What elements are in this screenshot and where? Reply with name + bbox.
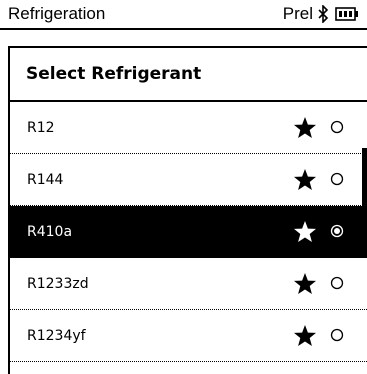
star-icon[interactable] (293, 220, 317, 243)
list-item[interactable]: R12 (10, 102, 367, 154)
battery-icon (335, 7, 358, 21)
radio-button[interactable] (330, 276, 344, 290)
status-bar: Refrigeration Prel (0, 0, 367, 30)
bluetooth-icon (318, 5, 329, 23)
radio-button[interactable] (330, 120, 344, 134)
radio-button-checked[interactable] (330, 224, 344, 238)
refrigerant-panel: Select Refrigerant R12 R144 R410a R1233z… (8, 46, 367, 374)
list-item[interactable]: R1234yf (10, 310, 367, 362)
list-item[interactable]: R1233zd (10, 258, 367, 310)
app-title: Refrigeration (8, 4, 106, 23)
panel-title: Select Refrigerant (10, 48, 367, 102)
radio-button[interactable] (330, 172, 344, 186)
list-item-selected[interactable]: R410a (10, 206, 367, 258)
star-icon[interactable] (293, 116, 317, 139)
star-icon[interactable] (293, 168, 317, 191)
scrollbar-thumb[interactable] (362, 148, 367, 206)
list-item[interactable]: R144 (10, 154, 367, 206)
status-indicators: Prel (283, 4, 359, 24)
refrigerant-list[interactable]: R12 R144 R410a R1233zd R1234yf (10, 102, 367, 362)
star-icon[interactable] (293, 324, 317, 347)
status-text: Prel (282, 4, 313, 23)
star-icon[interactable] (293, 272, 317, 295)
radio-button[interactable] (330, 328, 344, 342)
